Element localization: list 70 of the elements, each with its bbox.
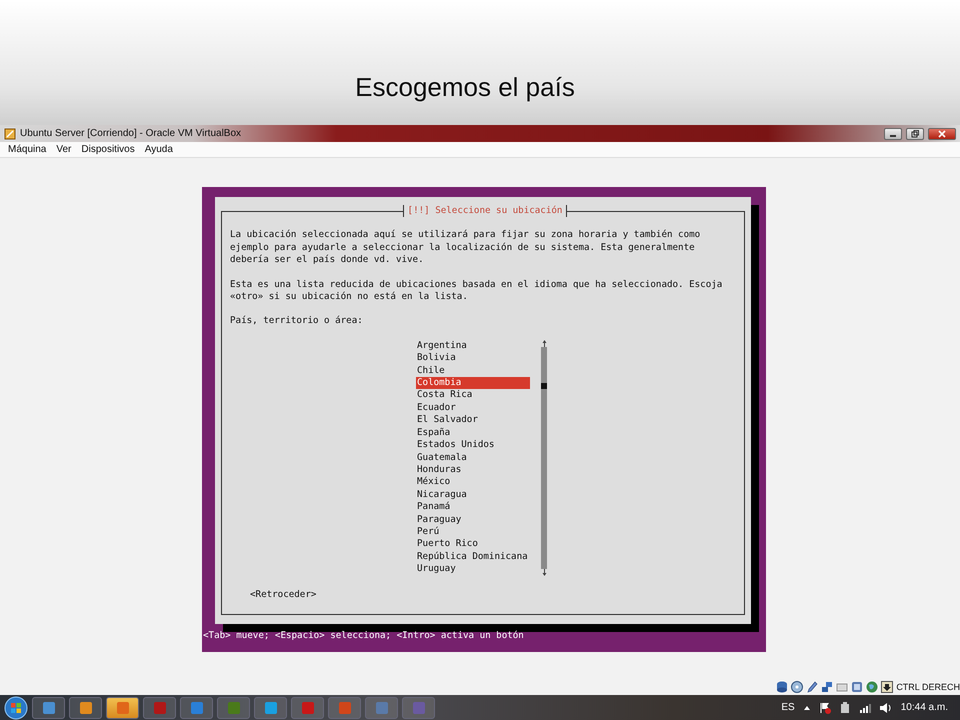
host-key-label: CTRL DERECH [896,680,960,694]
country-option[interactable]: México [416,476,530,489]
clock-text[interactable]: 10:44 a.m. [900,700,948,715]
country-option[interactable]: Costa Rica [416,389,530,402]
menu-item[interactable]: Dispositivos [81,142,135,157]
country-option[interactable]: Colombia [416,377,530,390]
restore-icon [911,130,919,138]
country-option[interactable]: Panamá [416,501,530,514]
country-option[interactable]: Ecuador [416,402,530,414]
tray-expand-icon[interactable] [802,704,811,710]
app-icon [116,700,130,714]
taskbar-app-button[interactable] [69,696,102,718]
country-option[interactable]: Puerto Rico [416,538,530,551]
screen-icon [851,681,864,694]
country-option[interactable]: Argentina [416,340,530,352]
close-button[interactable] [928,128,956,140]
country-option[interactable]: Uruguay [416,563,530,576]
app-logo-icon [4,128,16,140]
signal-icon[interactable] [858,702,871,712]
app-icon [190,700,204,714]
country-option[interactable]: Estados Unidos [416,439,530,452]
app-icon [412,700,426,714]
app-icon [300,700,314,714]
app-icon [374,700,388,714]
app-icon [152,700,166,714]
close-icon [938,130,946,138]
taskbar-app-button[interactable] [254,696,287,718]
restore-button[interactable] [906,128,924,140]
country-option[interactable]: Guatemala [416,452,530,464]
app-icon [78,700,92,714]
flag-icon[interactable] [818,702,831,714]
power-icon[interactable] [838,702,851,714]
taskbar-app-button[interactable] [106,696,139,718]
scroll-down-arrow-icon [542,568,546,576]
country-option[interactable]: Paraguay [416,514,530,526]
minimize-button[interactable] [884,128,902,140]
taskbar-app-button[interactable] [32,696,65,718]
folder-icon [836,681,848,694]
scroll-up-arrow-icon [542,340,546,347]
menu-item[interactable]: Máquina [8,142,46,157]
description-text: La ubicación seleccionada aquí se utilizará para fijar su zona horaria y también como ejemplo para ayudarle a seleccionar la localización de su sistema. Esta generalmente debería ser el país donde vd. vive. [230,229,702,267]
app-icon [338,700,352,714]
app-icon [264,700,278,714]
description-text: Esta es una lista reducida de ubicaciones basada en el idioma que ha seleccionado. Escoja «otro» si su ubicación no está en la lista. [230,278,724,304]
start-button-icon[interactable] [4,696,28,720]
app-icon [226,700,240,714]
app-icon [42,700,56,714]
country-option[interactable]: República Dominicana [416,550,530,564]
back-button[interactable]: <Retroceder> [250,588,316,601]
country-option[interactable]: Perú [416,526,530,538]
help-line: <Tab> mueve; <Espacio> selecciona; <Intro> activa un botón [203,630,525,642]
download-arrow-icon [881,681,894,694]
cd-icon [791,681,804,694]
country-option[interactable]: Bolivia [416,352,530,365]
language-indicator[interactable]: ES [781,700,795,715]
country-option[interactable]: El Salvador [416,414,530,427]
dialog-title: [!!] Seleccione su ubicación [402,205,568,218]
speaker-icon[interactable] [878,702,893,714]
country-option[interactable]: España [416,426,530,440]
country-option[interactable]: Honduras [416,464,530,476]
country-option[interactable]: Nicaragua [416,488,530,502]
menu-item[interactable]: Ver [56,142,72,157]
network-icon [821,681,834,694]
window-title: Ubuntu Server [Corriendo] - Oracle VM VirtualBox [20,127,242,141]
prompt-text: País, territorio o área: [230,315,364,328]
slide-title: Escogemos el país [355,71,575,104]
scrollbar-thumb[interactable] [541,382,547,389]
country-option[interactable]: Chile [416,364,530,378]
menu-item[interactable]: Ayuda [144,142,173,157]
globe-icon [866,681,878,694]
